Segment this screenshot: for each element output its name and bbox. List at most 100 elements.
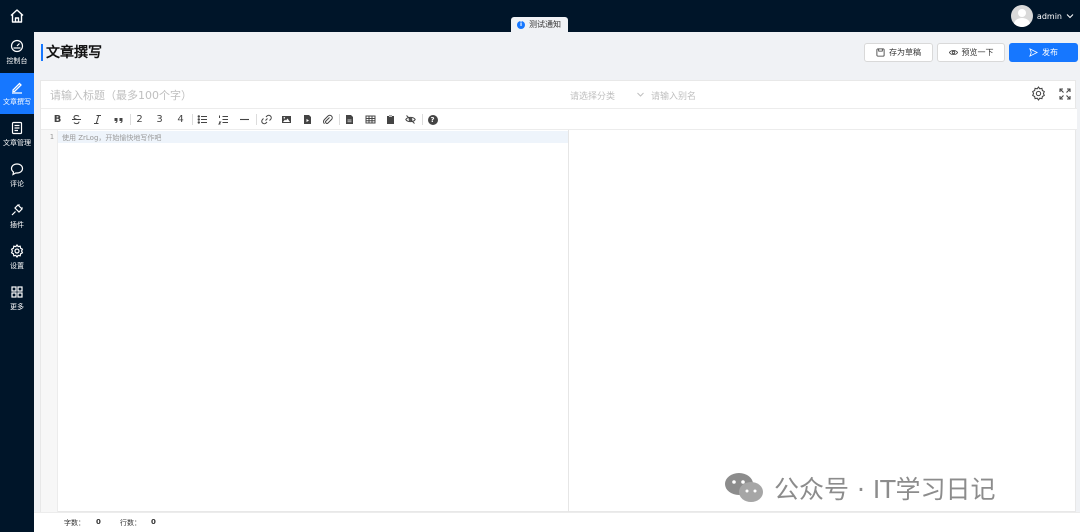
ordered-list-icon <box>218 115 228 125</box>
strikethrough-button[interactable] <box>70 113 83 126</box>
page-header: 文章撰写 存为草稿 预览一下 发布 <box>34 32 1080 72</box>
save-icon <box>876 48 885 57</box>
comment-icon <box>10 163 24 176</box>
notice-tab[interactable]: i 测试通知 <box>511 17 568 32</box>
line-count-value: 0 <box>151 518 156 526</box>
preview-button[interactable]: 预览一下 <box>937 43 1005 62</box>
sidebar-item-label: 文章撰写 <box>3 98 31 106</box>
word-count-label: 字数： <box>64 519 85 527</box>
attachment-button[interactable] <box>321 113 334 126</box>
toolbar-separator <box>256 114 257 125</box>
image-button[interactable] <box>280 113 293 126</box>
italic-button[interactable] <box>91 113 104 126</box>
publish-label: 发布 <box>1042 48 1058 57</box>
line-number: 1 <box>49 133 54 141</box>
user-menu[interactable]: admin <box>1010 3 1074 29</box>
toolbar-separator <box>130 114 131 125</box>
link-icon <box>261 114 272 125</box>
bullet-list-icon <box>197 115 207 124</box>
sidebar-item-dashboard[interactable]: 控制台 <box>0 32 34 73</box>
alias-input[interactable]: 请输入别名 <box>651 89 696 102</box>
sidebar-item-comments[interactable]: 评论 <box>0 155 34 196</box>
file-button[interactable] <box>343 113 356 126</box>
home-button[interactable] <box>0 0 34 32</box>
info-icon: i <box>517 20 525 29</box>
editor-toolbar: B 2 3 4 ? <box>41 109 1077 130</box>
video-button[interactable] <box>301 113 314 126</box>
sidebar: 控制台 文章撰写 文章管理 评论 插件 设置 更多 <box>0 32 34 532</box>
line-count-label: 行数： <box>120 519 141 527</box>
ordered-list-button[interactable] <box>217 113 230 126</box>
fullscreen-icon[interactable] <box>1059 88 1071 100</box>
dashboard-icon <box>10 39 24 53</box>
document-icon <box>11 121 23 135</box>
clipboard-button[interactable] <box>384 113 397 126</box>
heading4-button[interactable]: 4 <box>174 113 187 126</box>
wechat-icon <box>725 473 763 502</box>
help-icon: ? <box>427 114 438 125</box>
heading2-button[interactable]: 2 <box>133 113 146 126</box>
hide-preview-button[interactable] <box>404 113 417 126</box>
watermark: 公众号 · IT学习日记 <box>722 470 996 506</box>
clipboard-icon <box>387 115 394 124</box>
notice-text: 测试通知 <box>529 20 561 29</box>
sidebar-item-label: 评论 <box>10 180 24 188</box>
bullet-list-button[interactable] <box>196 113 209 126</box>
send-icon <box>1029 48 1038 57</box>
italic-icon <box>94 115 101 124</box>
sidebar-item-settings[interactable]: 设置 <box>0 237 34 278</box>
help-button[interactable]: ? <box>426 113 439 126</box>
image-icon <box>282 116 291 123</box>
avatar <box>1010 5 1033 27</box>
save-draft-button[interactable]: 存为草稿 <box>864 43 933 62</box>
title-accent-bar <box>41 44 43 61</box>
toolbar-separator <box>192 114 193 125</box>
sidebar-item-more[interactable]: 更多 <box>0 278 34 319</box>
bold-button[interactable]: B <box>51 113 64 126</box>
chevron-down-icon <box>637 92 644 97</box>
sidebar-item-plugins[interactable]: 插件 <box>0 196 34 237</box>
title-input[interactable]: 请输入标题（最多100个字） <box>50 87 192 103</box>
eye-icon <box>948 50 958 55</box>
preview-pane <box>569 130 1076 512</box>
paperclip-icon <box>323 114 333 125</box>
sidebar-item-article-management[interactable]: 文章管理 <box>0 114 34 155</box>
sidebar-item-label: 文章管理 <box>3 139 31 147</box>
top-bar: i 测试通知 admin <box>0 0 1080 32</box>
eye-slash-icon <box>405 115 416 124</box>
home-icon <box>10 9 24 23</box>
horizontal-rule-button[interactable] <box>238 113 251 126</box>
sidebar-item-label: 设置 <box>10 262 24 270</box>
editor-card: 请输入标题（最多100个字） 请选择分类 请输入别名 B 2 3 4 ? 1 使… <box>40 80 1077 512</box>
chevron-down-icon <box>1066 14 1074 19</box>
word-count-value: 0 <box>96 518 101 526</box>
sidebar-item-label: 插件 <box>10 221 24 229</box>
heading3-button[interactable]: 3 <box>153 113 166 126</box>
category-select[interactable]: 请选择分类 <box>570 89 615 102</box>
watermark-text: 公众号 · IT学习日记 <box>774 475 996 504</box>
strikethrough-icon <box>72 114 81 125</box>
table-button[interactable] <box>364 113 377 126</box>
status-bar: 字数： 0 行数： 0 <box>34 512 1080 532</box>
preview-label: 预览一下 <box>961 48 994 57</box>
link-button[interactable] <box>260 113 273 126</box>
horizontal-rule-icon <box>240 118 249 121</box>
grid-icon <box>11 286 23 298</box>
sidebar-item-label: 控制台 <box>6 57 28 65</box>
gear-icon[interactable] <box>1031 86 1046 101</box>
table-icon <box>365 115 376 124</box>
quote-icon <box>114 118 123 123</box>
video-file-icon <box>304 115 311 124</box>
gear-icon <box>10 244 24 258</box>
markdown-editor[interactable]: 使用 ZrLog，开始愉快地写作吧 <box>62 133 161 143</box>
title-row: 请输入标题（最多100个字） 请选择分类 请输入别名 <box>41 81 1077 109</box>
quote-button[interactable] <box>112 113 125 126</box>
pen-icon <box>12 82 22 94</box>
plug-icon <box>11 204 23 216</box>
publish-button[interactable]: 发布 <box>1009 43 1078 62</box>
sidebar-item-label: 更多 <box>10 303 24 311</box>
page-title: 文章撰写 <box>46 45 102 61</box>
file-icon <box>346 115 353 124</box>
sidebar-item-write-article[interactable]: 文章撰写 <box>0 73 34 114</box>
save-draft-label: 存为草稿 <box>889 48 921 57</box>
